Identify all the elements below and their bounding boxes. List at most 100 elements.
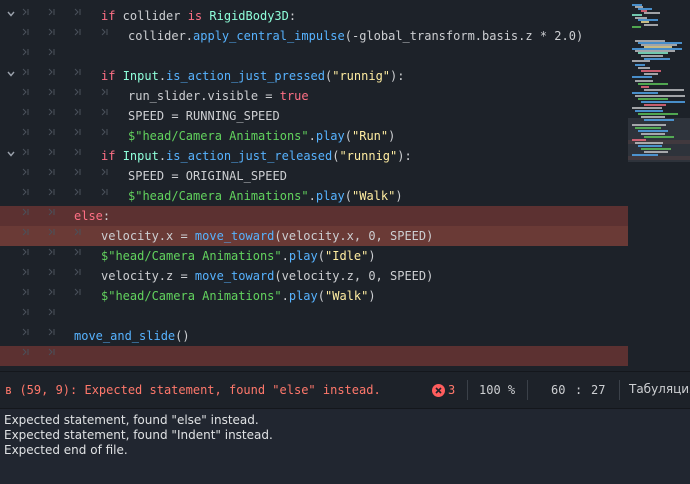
- code-token: Input: [122, 149, 159, 163]
- code-token: ): [368, 289, 376, 303]
- code-token: run_slider.visible =: [128, 89, 280, 103]
- code-token: (: [344, 189, 352, 203]
- code-line[interactable]: velocity.z = move_toward(velocity.z, 0, …: [0, 266, 628, 286]
- tab-arrow-icon: [101, 108, 109, 128]
- code-text[interactable]: SPEED = RUNNING_SPEED: [128, 108, 280, 124]
- tab-arrow-icon: [74, 28, 82, 48]
- code-text[interactable]: if Input.is_action_just_released("runnig…: [101, 148, 412, 164]
- tab-arrow-icon: [101, 28, 109, 48]
- minimap-line: [632, 107, 662, 109]
- tab-arrow-icon: [48, 88, 56, 108]
- code-text[interactable]: $"head/Camera Animations".play("Run"): [128, 128, 395, 144]
- code-token: $"head/Camera Animations": [128, 189, 309, 203]
- tab-arrow-icon: [22, 28, 30, 48]
- error-icon[interactable]: [432, 384, 445, 397]
- code-line[interactable]: velocity.x = move_toward(velocity.x, 0, …: [0, 226, 628, 246]
- tab-arrow-icon: [48, 208, 56, 228]
- tab-arrow-icon: [101, 128, 109, 148]
- minimap-line: [641, 21, 649, 23]
- tab-arrow-icon: [22, 168, 30, 188]
- code-token: move_toward: [194, 269, 275, 283]
- code-line[interactable]: collider.apply_central_impulse(-global_t…: [0, 26, 628, 46]
- tab-arrow-icon: [74, 68, 82, 88]
- code-token: $"head/Camera Animations": [128, 129, 309, 143]
- code-line[interactable]: else:: [0, 206, 628, 226]
- code-line[interactable]: if Input.is_action_just_pressed("runnig"…: [0, 66, 628, 86]
- tab-arrow-icon: [48, 148, 56, 168]
- code-line[interactable]: SPEED = ORIGINAL_SPEED: [0, 166, 628, 186]
- code-token: ): [388, 129, 396, 143]
- code-line[interactable]: $"head/Camera Animations".play("Idle"): [0, 246, 628, 266]
- code-token: "Walk": [352, 189, 396, 203]
- minimap-line: [644, 104, 666, 106]
- code-line[interactable]: $"head/Camera Animations".play("Walk"): [0, 186, 628, 206]
- chevron-down-icon[interactable]: [4, 68, 18, 82]
- tab-arrow-icon: [48, 68, 56, 88]
- code-token: ):: [390, 69, 405, 83]
- output-panel: Expected statement, found "else" instead…: [0, 409, 690, 484]
- code-token: if: [101, 69, 116, 83]
- chevron-down-icon[interactable]: [4, 148, 18, 162]
- code-token: apply_central_impulse: [193, 29, 345, 43]
- code-line[interactable]: [0, 306, 628, 326]
- code-text[interactable]: velocity.z = move_toward(velocity.z, 0, …: [101, 268, 433, 284]
- code-line[interactable]: SPEED = RUNNING_SPEED: [0, 106, 628, 126]
- code-line[interactable]: run_slider.visible = true: [0, 86, 628, 106]
- minimap-line: [641, 55, 663, 57]
- code-token: move_and_slide: [74, 329, 176, 343]
- code-token: ): [368, 249, 376, 263]
- tab-arrow-icon: [48, 328, 56, 348]
- code-line[interactable]: if Input.is_action_just_released("runnig…: [0, 146, 628, 166]
- tab-arrow-icon: [22, 328, 30, 348]
- code-text[interactable]: move_and_slide(): [74, 328, 190, 344]
- code-text[interactable]: $"head/Camera Animations".play("Walk"): [128, 188, 403, 204]
- code-text[interactable]: if Input.is_action_just_pressed("runnig"…: [101, 68, 404, 84]
- minimap-line: [638, 52, 668, 54]
- tab-arrow-icon: [22, 248, 30, 268]
- minimap-line: [632, 154, 658, 156]
- code-text[interactable]: else:: [74, 208, 110, 224]
- code-line[interactable]: [0, 46, 628, 66]
- minimap[interactable]: [628, 0, 690, 371]
- code-token: "runnig": [332, 69, 391, 83]
- minimap-line: [632, 92, 658, 94]
- zoom-level[interactable]: 100 %: [479, 383, 515, 397]
- tab-arrow-icon: [48, 268, 56, 288]
- code-token: ):: [397, 149, 412, 163]
- code-text[interactable]: collider.apply_central_impulse(-global_t…: [128, 28, 583, 44]
- code-text[interactable]: $"head/Camera Animations".play("Idle"): [101, 248, 376, 264]
- divider: [619, 380, 620, 400]
- code-editor[interactable]: if collider is RigidBody3D: collider.appl…: [0, 0, 628, 371]
- code-token: is_action_just_released: [166, 149, 333, 163]
- code-token: (): [175, 329, 190, 343]
- code-text[interactable]: velocity.x = move_toward(velocity.x, 0, …: [101, 228, 433, 244]
- tab-arrow-icon: [22, 148, 30, 168]
- indent-mode[interactable]: Табуляция: [629, 382, 690, 396]
- minimap-line: [644, 89, 684, 91]
- tab-arrow-icon: [101, 188, 109, 208]
- status-error-message[interactable]: в (59, 9): Expected statement, found "el…: [5, 383, 381, 397]
- code-text[interactable]: run_slider.visible = true: [128, 88, 309, 104]
- code-text[interactable]: $"head/Camera Animations".play("Walk"): [101, 288, 376, 304]
- tab-arrow-icon: [48, 48, 56, 68]
- minimap-line: [632, 60, 650, 62]
- code-token: else: [74, 209, 103, 223]
- code-text[interactable]: if collider is RigidBody3D:: [101, 8, 296, 24]
- error-count[interactable]: 3: [448, 383, 455, 397]
- code-text[interactable]: SPEED = ORIGINAL_SPEED: [128, 168, 287, 184]
- code-line[interactable]: $"head/Camera Animations".play("Walk"): [0, 286, 628, 306]
- code-line[interactable]: $"head/Camera Animations".play("Run"): [0, 126, 628, 146]
- minimap-line: [638, 83, 668, 85]
- tab-arrow-icon: [74, 188, 82, 208]
- code-line[interactable]: [0, 346, 628, 366]
- code-token: .: [158, 149, 167, 163]
- code-line[interactable]: move_and_slide(): [0, 326, 628, 346]
- chevron-down-icon[interactable]: [4, 8, 18, 22]
- minimap-line: [632, 124, 666, 126]
- code-token: if: [101, 149, 116, 163]
- tab-arrow-icon: [101, 88, 109, 108]
- tab-arrow-icon: [74, 128, 82, 148]
- code-token: (-global_transform.basis.z * 2.0): [344, 29, 584, 43]
- code-line[interactable]: if collider is RigidBody3D:: [0, 6, 628, 26]
